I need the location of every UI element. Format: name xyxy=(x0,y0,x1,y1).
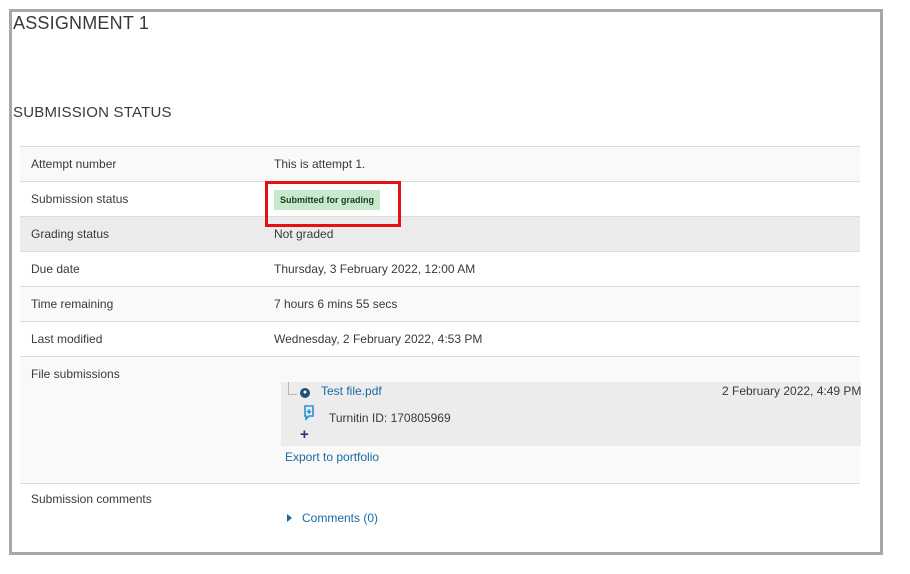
submission-status-table: Attempt number This is attempt 1. Submis… xyxy=(20,146,860,544)
row-value: This is attempt 1. xyxy=(267,147,860,181)
table-row-grading-status: Grading status Not graded xyxy=(20,216,860,251)
row-value: Thursday, 3 February 2022, 12:00 AM xyxy=(267,252,860,286)
export-to-portfolio-link[interactable]: Export to portfolio xyxy=(285,450,379,464)
row-value: Submitted for grading xyxy=(267,182,860,216)
table-row-due-date: Due date Thursday, 3 February 2022, 12:0… xyxy=(20,251,860,286)
pdf-file-icon: ● xyxy=(300,388,310,398)
row-label: Last modified xyxy=(20,322,267,356)
comments-toggle-label: Comments (0) xyxy=(302,511,379,525)
row-label: Grading status xyxy=(20,217,267,251)
file-date: 2 February 2022, 4:49 PM xyxy=(722,384,862,398)
status-badge: Submitted for grading xyxy=(274,189,380,210)
table-row-time-remaining: Time remaining 7 hours 6 mins 55 secs xyxy=(20,286,860,321)
tree-connector xyxy=(288,382,297,395)
row-label: Submission status xyxy=(20,182,267,216)
row-value: Not graded xyxy=(267,217,860,251)
file-link[interactable]: Test file.pdf xyxy=(321,384,382,398)
row-label: Submission comments xyxy=(20,484,267,544)
turnitin-icon[interactable] xyxy=(303,405,315,421)
section-title: SUBMISSION STATUS xyxy=(13,104,172,121)
row-value: 7 hours 6 mins 55 secs xyxy=(267,287,860,321)
table-row-attempt: Attempt number This is attempt 1. xyxy=(20,146,860,181)
expand-triangle-icon xyxy=(287,513,292,522)
plus-icon[interactable]: + xyxy=(300,427,309,442)
table-row-submission-status: Submission status Submitted for grading xyxy=(20,181,860,216)
row-label: File submissions xyxy=(20,357,267,483)
row-label: Time remaining xyxy=(20,287,267,321)
assignment-title: ASSIGNMENT 1 xyxy=(13,13,150,33)
comments-toggle[interactable]: Comments (0) xyxy=(287,511,378,525)
row-value: Wednesday, 2 February 2022, 4:53 PM xyxy=(267,322,860,356)
turnitin-id: Turnitin ID: 170805969 xyxy=(329,411,451,425)
row-label: Attempt number xyxy=(20,147,267,181)
table-row-submission-comments: Submission comments xyxy=(20,483,860,544)
row-label: Due date xyxy=(20,252,267,286)
table-row-last-modified: Last modified Wednesday, 2 February 2022… xyxy=(20,321,860,356)
